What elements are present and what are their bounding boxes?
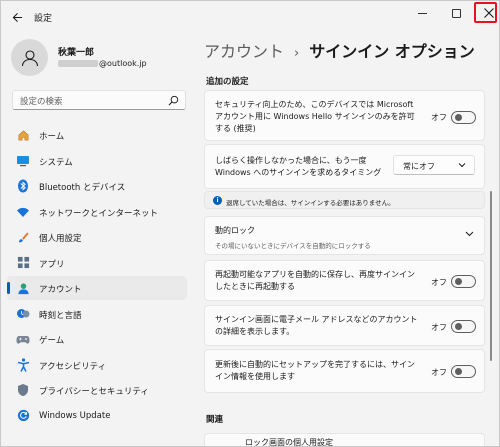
gaming-icon <box>16 332 30 346</box>
sidebar-item-label: アクセシビリティ <box>39 361 107 372</box>
sidebar-item-personalization[interactable]: 個人用設定 <box>7 225 187 249</box>
sidebar-item-label: ホーム <box>39 132 65 142</box>
privacy-icon <box>16 383 30 397</box>
sidebar-item-label: アカウント <box>39 285 82 295</box>
setting-hello-only: セキュリティ向上のため、このデバイスでは Microsoft アカウント用に W… <box>204 90 485 141</box>
breadcrumb-separator: › <box>294 46 300 61</box>
network-icon <box>16 205 30 219</box>
info-icon: i <box>213 196 222 205</box>
sidebar-nav: ホーム システム Bluetooth とデバイス ネットワークとインターネット … <box>7 123 187 429</box>
sidebar-item-label: Windows Update <box>39 410 111 421</box>
maximize-icon <box>451 8 461 18</box>
show-account-toggle[interactable] <box>451 320 476 333</box>
toggle-knob <box>455 323 462 330</box>
section-heading-related: 関連 <box>206 415 224 425</box>
setting-title: ロック画面の個人用設定 <box>245 438 333 447</box>
page-title: サインイン オプション <box>309 42 475 61</box>
sidebar-item-accessibility[interactable]: アクセシビリティ <box>7 353 187 377</box>
setting-description: 更新後に自動的にセットアップを完了するには、サインイン情報を使用します <box>215 360 415 381</box>
search-icon <box>168 95 179 106</box>
sidebar-item-label: 個人用設定 <box>39 234 82 244</box>
email-domain: @outlook.jp <box>99 59 147 68</box>
sidebar-item-apps[interactable]: アプリ <box>7 251 187 275</box>
setting-subtitle: その場にいないときにデバイスを自動的にロックする <box>215 242 371 250</box>
sidebar-item-system[interactable]: システム <box>7 149 187 173</box>
sidebar-item-gaming[interactable]: ゲーム <box>7 327 187 351</box>
setting-description: サインイン画面に電子メール アドレスなどのアカウントの詳細を表示します。 <box>215 315 418 336</box>
setting-description: しばらく操作しなかった場合に、もう一度 Windows へのサインインを求めるタ… <box>215 156 382 177</box>
accessibility-icon <box>16 357 30 372</box>
sidebar-item-accounts[interactable]: アカウント <box>7 276 187 300</box>
toggle-knob <box>455 368 462 375</box>
toggle-state-label: オフ <box>431 323 447 332</box>
toggle-state-label: オフ <box>431 368 447 377</box>
email-redaction <box>58 60 98 67</box>
time-language-icon <box>16 307 30 321</box>
sidebar-item-label: Bluetooth とデバイス <box>39 183 126 193</box>
maximize-button[interactable] <box>441 1 471 25</box>
sidebar-item-windows-update[interactable]: Windows Update <box>7 404 187 428</box>
chevron-down-icon[interactable] <box>465 231 474 237</box>
breadcrumb-parent[interactable]: アカウント <box>204 42 284 61</box>
setting-description: セキュリティ向上のため、このデバイスでは Microsoft アカウント用に W… <box>215 100 415 133</box>
sidebar-item-label: ネットワークとインターネット <box>39 208 159 219</box>
toggle-state-label: オフ <box>431 278 447 287</box>
setting-finish-setup: 更新後に自動的にセットアップを完了するには、サインイン情報を使用します オフ <box>204 349 485 393</box>
sidebar-item-label: ゲーム <box>39 336 65 346</box>
back-button[interactable] <box>7 7 27 27</box>
finish-setup-toggle[interactable] <box>451 365 476 378</box>
setting-dynamic-lock[interactable]: 動的ロック その場にいないときにデバイスを自動的にロックする <box>204 216 485 255</box>
require-signin-dropdown[interactable]: 常にオフ <box>393 155 475 175</box>
setting-title: 動的ロック <box>215 226 255 235</box>
info-text: 退席していた場合は、サインインする必要はありません。 <box>226 199 395 207</box>
user-name: 秋葉一郎 <box>58 48 95 58</box>
chevron-down-icon <box>458 163 466 168</box>
avatar[interactable] <box>11 39 48 76</box>
sidebar-item-home[interactable]: ホーム <box>7 123 187 147</box>
user-profile: 秋葉一郎 @outlook.jp <box>11 37 191 77</box>
search-placeholder: 設定の検索 <box>20 97 63 107</box>
titlebar: 設定 <box>1 1 499 33</box>
personalization-icon <box>16 230 30 244</box>
settings-window: 設定 秋葉一郎 @outlook.jp 設定の検索 ホーム システム Bluet… <box>0 0 500 447</box>
person-icon <box>21 49 38 66</box>
restart-apps-toggle[interactable] <box>451 275 476 288</box>
sidebar-item-label: 時刻と言語 <box>39 310 82 321</box>
info-message: i 退席していた場合は、サインインする必要はありません。 <box>204 191 485 209</box>
setting-lock-screen-personalization[interactable]: ロック画面の個人用設定 <box>204 433 485 447</box>
breadcrumb: アカウント › サインイン オプション <box>204 38 475 62</box>
accounts-icon <box>16 281 30 295</box>
sidebar-item-label: アプリ <box>39 259 65 270</box>
minimize-button[interactable] <box>407 1 437 25</box>
toggle-knob <box>455 114 462 121</box>
user-email: @outlook.jp <box>58 59 147 68</box>
setting-restart-apps: 再起動可能なアプリを自動的に保存し、再度サインインしたときに再起動する オフ <box>204 260 485 301</box>
toggle-knob <box>455 278 462 285</box>
hello-only-toggle[interactable] <box>451 111 476 124</box>
arrow-left-icon <box>12 12 22 22</box>
sidebar-item-label: システム <box>39 157 73 168</box>
bluetooth-icon <box>16 179 30 193</box>
scrollbar[interactable] <box>490 191 492 361</box>
sidebar-item-bluetooth[interactable]: Bluetooth とデバイス <box>7 174 187 198</box>
settings-search-input[interactable]: 設定の検索 <box>12 90 186 110</box>
sidebar-item-label: プライバシーとセキュリティ <box>39 387 149 397</box>
sidebar-item-time-language[interactable]: 時刻と言語 <box>7 302 187 326</box>
setting-require-signin: しばらく操作しなかった場合に、もう一度 Windows へのサインインを求めるタ… <box>204 144 485 189</box>
section-heading-additional: 追加の設定 <box>206 77 249 87</box>
toggle-state-label: オフ <box>431 113 447 122</box>
close-button-highlight <box>474 2 497 23</box>
active-indicator <box>7 282 10 294</box>
sidebar-item-network[interactable]: ネットワークとインターネット <box>7 200 187 224</box>
app-title: 設定 <box>34 14 53 24</box>
windows-update-icon <box>16 409 30 423</box>
setting-show-account-details: サインイン画面に電子メール アドレスなどのアカウントの詳細を表示します。 オフ <box>204 305 485 346</box>
setting-description: 再起動可能なアプリを自動的に保存し、再度サインインしたときに再起動する <box>215 270 415 291</box>
minimize-icon <box>417 12 427 14</box>
apps-icon <box>16 256 30 270</box>
system-icon <box>16 154 30 168</box>
sidebar-item-privacy[interactable]: プライバシーとセキュリティ <box>7 378 187 402</box>
home-icon <box>16 128 30 142</box>
dropdown-value: 常にオフ <box>403 162 435 171</box>
